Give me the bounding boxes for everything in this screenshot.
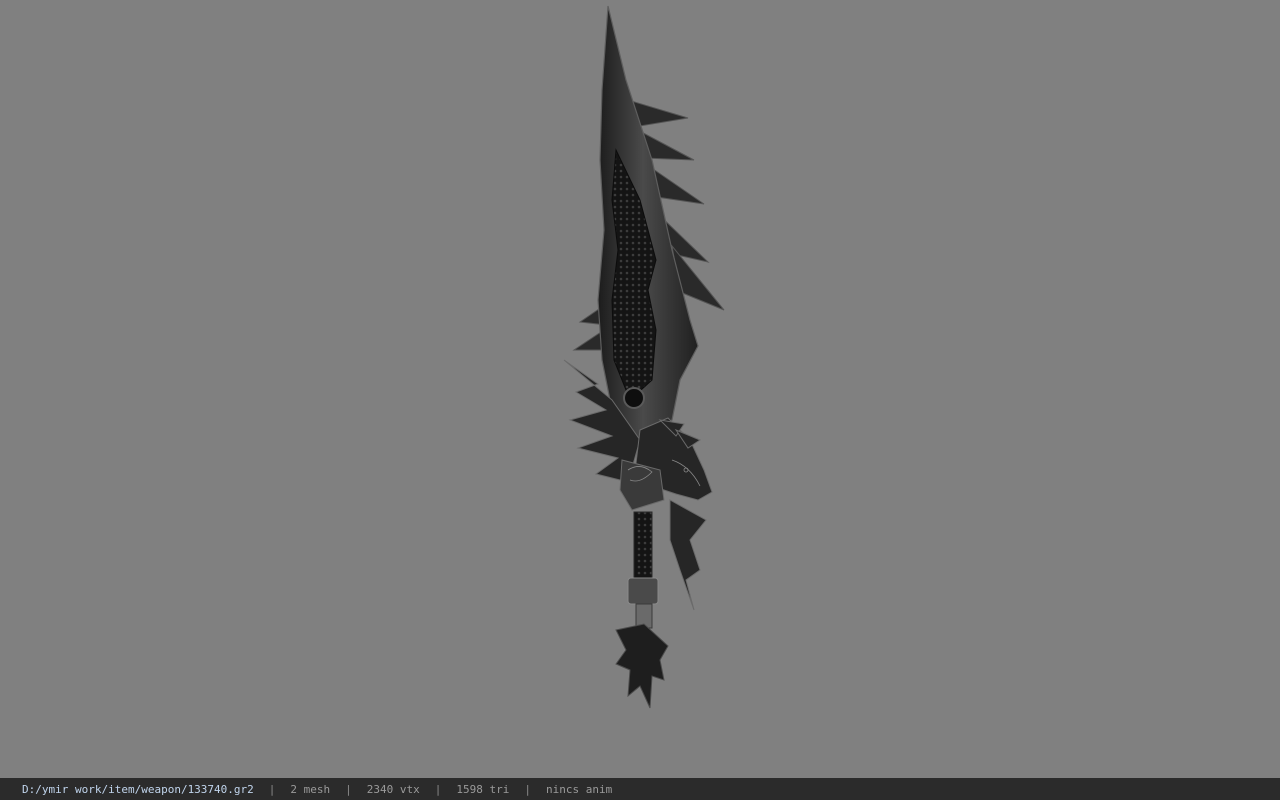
handle — [633, 511, 653, 585]
handle-ring — [627, 577, 659, 605]
pommel — [615, 623, 669, 709]
triangle-count: 1598 tri — [456, 782, 510, 796]
separator: | — [434, 782, 442, 796]
file-path: D:/ymir work/item/weapon/133740.gr2 — [22, 782, 254, 796]
separator: | — [524, 782, 532, 796]
status-bar: D:/ymir work/item/weapon/133740.gr2 | 2 … — [0, 778, 1280, 800]
mesh-count: 2 mesh — [290, 782, 331, 796]
separator: | — [268, 782, 276, 796]
model-viewport[interactable] — [0, 0, 1280, 778]
sword-model-icon — [563, 5, 725, 709]
separator: | — [345, 782, 352, 796]
animation-status: nincs anim — [546, 782, 613, 796]
vertex-count: 2340 vtx — [366, 782, 420, 796]
blade-gem — [623, 387, 645, 409]
